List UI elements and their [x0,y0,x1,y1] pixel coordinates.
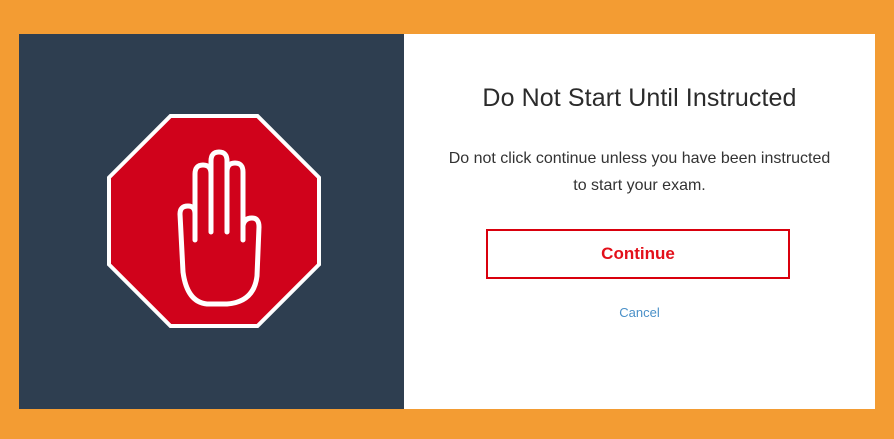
exam-start-dialog: Do Not Start Until Instructed Do not cli… [19,34,875,409]
stop-hand-icon [107,114,321,328]
cancel-link[interactable]: Cancel [404,305,875,320]
dialog-message: Do not click continue unless you have be… [448,150,831,194]
content-panel: Do Not Start Until Instructed Do not cli… [404,34,875,409]
illustration-panel [19,34,404,409]
continue-button[interactable]: Continue [486,229,790,279]
dialog-title: Do Not Start Until Instructed [482,84,797,112]
